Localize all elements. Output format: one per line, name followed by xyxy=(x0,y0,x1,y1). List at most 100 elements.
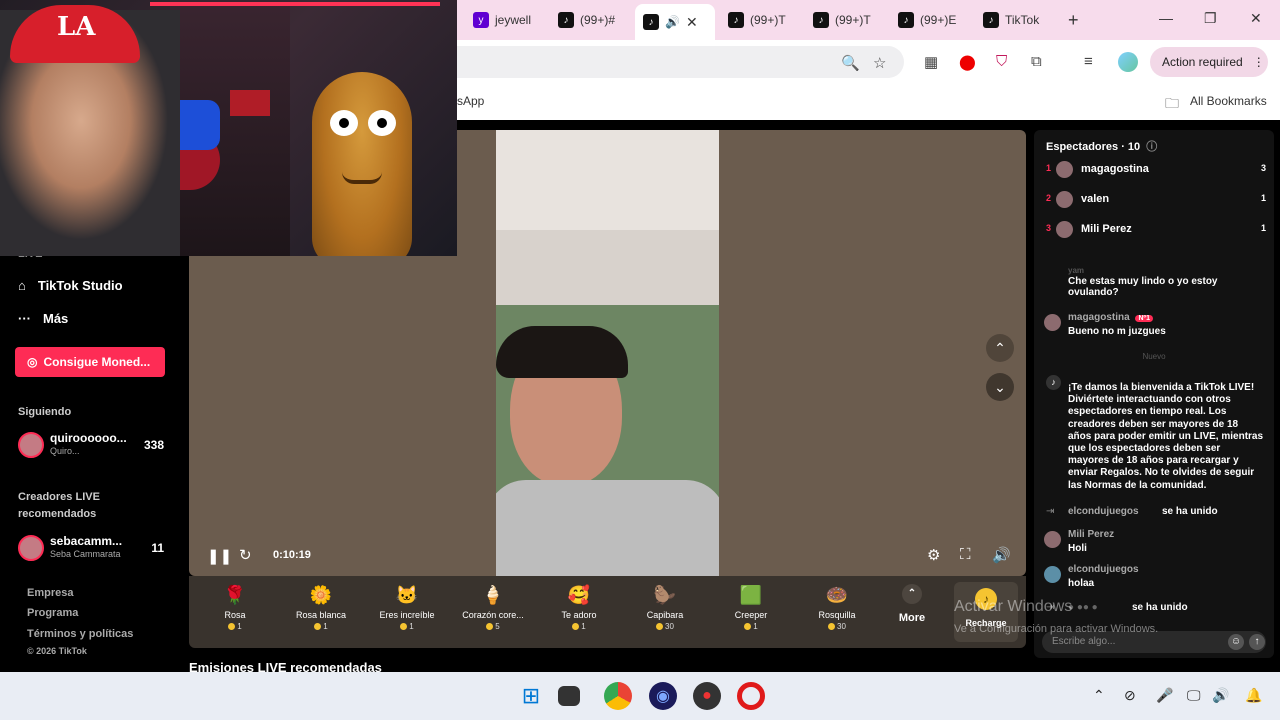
creeper-icon: 🟩 xyxy=(739,585,763,605)
sidebar-item-more[interactable]: ··· Más xyxy=(18,311,68,326)
get-coins-button[interactable]: ◎ Consigue Moned... xyxy=(15,347,165,377)
new-divider: Nuevo xyxy=(1142,352,1166,361)
obs-icon[interactable]: ● xyxy=(693,682,721,710)
file-explorer-icon[interactable] xyxy=(558,686,580,706)
action-required-button[interactable]: Action required ⋮ xyxy=(1150,47,1268,77)
app-icon[interactable]: ◉ xyxy=(649,682,677,710)
tab-label: jeywell xyxy=(495,13,532,27)
viewer-row[interactable]: 2 valen 1 xyxy=(1046,190,1266,210)
minimize-button[interactable]: — xyxy=(1159,10,1173,26)
emoji-icon[interactable]: ☺ xyxy=(1228,634,1244,650)
gift-price: 1 xyxy=(537,622,621,631)
new-tab-button[interactable]: + xyxy=(1068,10,1079,31)
rank-badge: Nº1 xyxy=(1135,315,1153,322)
tiktok-icon: ♪ xyxy=(813,12,829,28)
gift-name: Corazón core... xyxy=(462,610,524,620)
gift-price: 5 xyxy=(451,622,535,631)
tab-tiktok[interactable]: ♪ TikTok xyxy=(975,6,1047,34)
mouth xyxy=(342,172,382,184)
chevron-up-icon[interactable]: ⌃ xyxy=(1093,687,1105,704)
shield-icon[interactable]: ⛉ xyxy=(996,53,1007,70)
volume-icon[interactable]: 🔊 xyxy=(1212,687,1229,704)
tab-tiktok[interactable]: ♪ (99+)T xyxy=(805,6,879,34)
welcome-message: ¡Te damos la bienvenida a TikTok LIVE! D… xyxy=(1068,382,1264,491)
all-bookmarks-link[interactable]: All Bookmarks xyxy=(1190,94,1267,108)
chrome-icon[interactable] xyxy=(604,682,632,710)
viewer-row[interactable]: 3 Mili Perez 1 xyxy=(1046,220,1266,240)
gift-price: 30 xyxy=(795,622,879,631)
mic-icon[interactable]: 🎤 xyxy=(1156,687,1173,704)
tab-tiktok-active[interactable]: ♪ 🔊 ✕ xyxy=(635,4,715,40)
more-gifts-button[interactable]: ⌃ More xyxy=(889,584,935,624)
address-bar[interactable]: 🔍 ☆ xyxy=(457,46,904,78)
star-icon[interactable]: ☆ xyxy=(873,54,886,72)
chat-text: Che estas muy lindo o yo estoy ovulando? xyxy=(1068,276,1218,298)
help-icon[interactable]: ⓘ xyxy=(1146,141,1157,153)
avatar xyxy=(1044,566,1061,583)
close-window-button[interactable]: ✕ xyxy=(1250,10,1262,27)
capybara-icon: 🦫 xyxy=(653,585,677,605)
avatar xyxy=(1056,221,1073,238)
tab-tiktok[interactable]: ♪ (99+)E xyxy=(890,6,964,34)
avatar xyxy=(1044,314,1061,331)
media-icon[interactable]: ≡ xyxy=(1084,53,1093,70)
profile-avatar[interactable] xyxy=(1118,52,1138,72)
gift-item[interactable]: 🥰 Te adoro 1 xyxy=(537,582,621,631)
viewer-row[interactable]: 1 magagostina 3 xyxy=(1046,160,1266,180)
coin-icon xyxy=(656,623,664,631)
yahoo-icon: y xyxy=(473,12,489,28)
chat-message: Mili Perez Holi xyxy=(1044,529,1269,559)
gift-item[interactable]: 🍦 Corazón core... 5 xyxy=(451,582,535,631)
zoom-icon[interactable]: 🔍 xyxy=(841,54,860,72)
footer-link-empresa[interactable]: Empresa xyxy=(27,587,73,599)
fullscreen-icon[interactable]: ⛶ xyxy=(960,546,971,563)
maximize-button[interactable]: ❐ xyxy=(1204,10,1217,27)
user-sub: Quiro... xyxy=(50,446,80,456)
display-icon[interactable]: 🖵 xyxy=(1187,687,1201,704)
viewer-rank: 1 xyxy=(1046,163,1052,173)
user-name: quiroooooo... xyxy=(50,431,127,445)
next-live-button[interactable]: ⌄ xyxy=(986,373,1014,401)
opera-icon[interactable]: ⬤ xyxy=(959,53,976,71)
gift-item[interactable]: 🌼 Rosa blanca 1 xyxy=(279,582,363,631)
reload-icon[interactable]: ↻ xyxy=(239,546,252,564)
cap-logo: LA xyxy=(57,12,96,42)
recommended-user[interactable]: sebacamm... Seba Cammarata 11 xyxy=(18,533,168,563)
pause-icon[interactable]: ❚❚ xyxy=(207,547,232,565)
tab-tiktok[interactable]: ♪ (99+)T xyxy=(720,6,794,34)
following-user[interactable]: quiroooooo... Quiro... 338 xyxy=(18,430,168,460)
kebab-menu-icon: ⋮ xyxy=(1252,55,1265,69)
volume-icon[interactable]: 🔊 xyxy=(992,546,1011,564)
close-tab-icon[interactable]: ✕ xyxy=(686,14,698,31)
extensions-icon[interactable]: ⧉ xyxy=(1031,53,1042,70)
notification-icon[interactable]: 🔔 xyxy=(1245,687,1262,704)
gift-item[interactable]: 🦫 Capibara 30 xyxy=(623,582,707,631)
gift-name: Creeper xyxy=(734,610,768,620)
cartoon-sausage xyxy=(312,72,412,256)
chat-message: magagostina Nº1 Bueno no m juzgues xyxy=(1044,312,1269,344)
tiktok-icon: ♪ xyxy=(1046,375,1061,390)
footer-link-programa[interactable]: Programa xyxy=(27,607,78,619)
coin-icon xyxy=(828,623,836,631)
chat-input-placeholder: Escribe algo... xyxy=(1052,636,1116,647)
sidebar-item-studio[interactable]: ⌂ TikTok Studio xyxy=(18,278,123,293)
opera-icon[interactable] xyxy=(737,682,765,710)
stream-time: 0:10:19 xyxy=(273,549,311,561)
gift-item[interactable]: 🌹 Rosa 1 xyxy=(193,582,277,631)
avatar xyxy=(18,535,44,561)
previous-live-button[interactable]: ⌃ xyxy=(986,334,1014,362)
tab-yahoo[interactable]: y jeywell xyxy=(465,6,539,34)
gift-item[interactable]: 🐱 Eres increíble 1 xyxy=(365,582,449,631)
qr-icon[interactable]: ▦ xyxy=(924,53,938,71)
footer-link-terms[interactable]: Términos y políticas xyxy=(27,628,133,640)
send-icon[interactable]: ↑ xyxy=(1249,634,1265,650)
settings-icon[interactable]: ⚙ xyxy=(927,546,940,564)
network-icon[interactable]: ⊘ xyxy=(1124,687,1136,704)
bookmark-item[interactable]: sApp xyxy=(457,94,484,108)
gift-bar: 🌹 Rosa 1 🌼 Rosa blanca 1 🐱 Eres increíbl… xyxy=(189,576,1026,648)
join-text: se ha unido xyxy=(1162,506,1218,517)
gift-item[interactable]: 🟩 Creeper 1 xyxy=(709,582,793,631)
tab-tiktok[interactable]: ♪ (99+)# xyxy=(550,6,623,34)
gift-item[interactable]: 🍩 Rosquilla 30 xyxy=(795,582,879,631)
windows-start-icon[interactable]: ⊞ xyxy=(517,682,545,710)
